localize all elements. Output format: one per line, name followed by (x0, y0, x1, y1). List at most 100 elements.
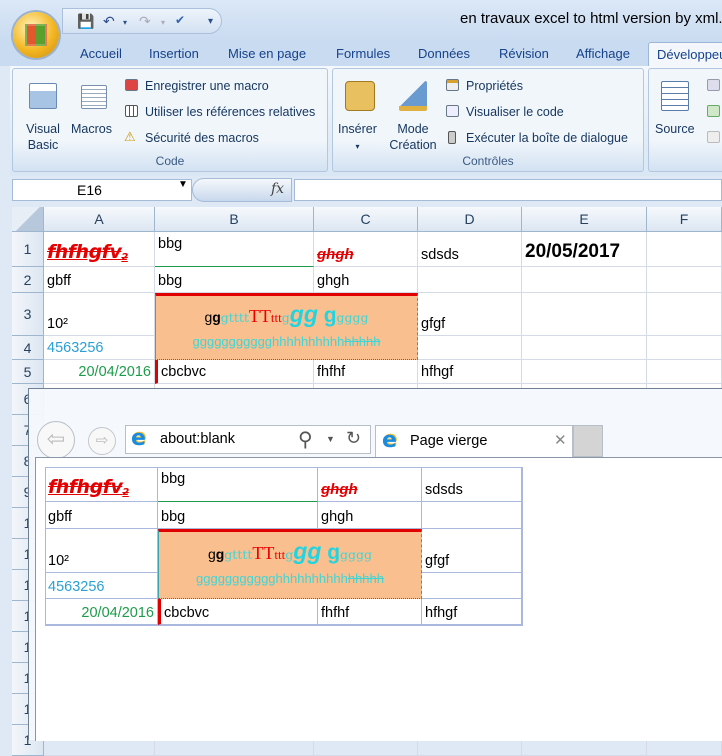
spelling-icon[interactable]: ✔ (175, 13, 185, 27)
empty-cell[interactable] (522, 267, 647, 293)
undo-dropdown-icon[interactable]: ▾ (123, 18, 127, 27)
refresh-icon[interactable]: ↻ (346, 428, 361, 449)
empty-cell[interactable] (522, 336, 647, 360)
cell-e1[interactable]: 20/05/2017 (522, 232, 647, 267)
empty-cell[interactable] (647, 360, 722, 384)
cell-d3[interactable]: gfgf (422, 529, 522, 573)
view-code-button[interactable]: Visualiser le code (466, 104, 564, 120)
customize-icon[interactable]: ▾ (208, 16, 213, 27)
cell-a5[interactable]: 20/04/2016 (44, 360, 155, 384)
source-button[interactable]: Source (655, 121, 695, 137)
merged-cell-b3-c4[interactable]: gggttttTTtttggg ggggg ggggggggggghhhhhhhh… (155, 293, 418, 360)
cell-a5[interactable]: 20/04/2016 (45, 599, 158, 625)
row-header[interactable]: 1 (12, 232, 44, 267)
cell-c1[interactable]: ghgh (314, 232, 418, 267)
cell-a3[interactable]: 10² (44, 293, 155, 336)
undo-icon[interactable]: ↶ (103, 13, 115, 30)
address-dropdown-icon[interactable]: ▼ (326, 434, 335, 444)
name-box-dropdown-icon[interactable]: ▼ (178, 179, 188, 190)
redo-dropdown-icon[interactable]: ▾ (161, 18, 165, 27)
row-header[interactable]: 2 (12, 267, 44, 293)
visual-basic-icon (29, 83, 57, 109)
text-run: g (212, 308, 221, 325)
tab-accueil[interactable]: Accueil (80, 46, 122, 61)
macro-security-button[interactable]: Sécurité des macros (145, 130, 259, 146)
column-header-e[interactable]: E (522, 207, 647, 232)
cell-c2[interactable]: ghgh (318, 502, 422, 529)
rich-text-line2: ggggggggggghhhhhhhhhhhhhhh (196, 567, 384, 591)
empty-cell[interactable] (522, 360, 647, 384)
visual-basic-button[interactable]: Visual Basic (21, 121, 65, 153)
empty-cell[interactable] (522, 293, 647, 336)
tab-insertion[interactable]: Insertion (149, 46, 199, 61)
merged-cell-b3-c4[interactable]: gggttttTTtttggg ggggg ggggggggggghhhhhhhh… (158, 529, 422, 599)
record-macro-button[interactable]: Enregistrer une macro (145, 78, 269, 94)
row-header[interactable]: 3 (12, 293, 44, 336)
tab-page-vierge[interactable]: e Page vierge ✕ (375, 425, 573, 457)
address-bar[interactable]: e about:blank ⚲ ▼ ↻ (125, 425, 371, 454)
insert-control-button[interactable]: Insérer ▾ (338, 121, 377, 155)
empty-cell[interactable] (418, 336, 522, 360)
cell-c2[interactable]: ghgh (314, 267, 418, 293)
cell-c5[interactable]: fhfhf (318, 599, 422, 625)
row-header[interactable]: 5 (12, 360, 44, 384)
text-run: g (321, 541, 341, 564)
cell-d4[interactable] (422, 573, 522, 599)
cell-a2[interactable]: gbff (44, 267, 155, 293)
cell-d5[interactable]: hfhgf (422, 599, 522, 625)
run-dialog-button[interactable]: Exécuter la boîte de dialogue (466, 130, 628, 146)
cell-d5[interactable]: hfhgf (418, 360, 522, 384)
column-header-c[interactable]: C (314, 207, 418, 232)
new-tab-button[interactable] (573, 425, 603, 457)
cell-a1[interactable]: fhfhgfv 2 (44, 232, 155, 267)
formula-input[interactable] (294, 179, 722, 201)
cell-b5[interactable]: cbcbvc (155, 360, 314, 384)
cell-b2[interactable]: bbg (155, 267, 314, 293)
search-icon[interactable]: ⚲ (298, 427, 313, 452)
empty-cell[interactable] (647, 293, 722, 336)
save-icon[interactable]: 💾 (77, 13, 94, 30)
tab-developpeur[interactable]: Développeur (648, 42, 722, 68)
address-input[interactable]: about:blank (160, 431, 235, 447)
redo-icon[interactable]: ↷ (139, 13, 151, 30)
cell-a4[interactable]: 4563256 (45, 573, 158, 599)
properties-button[interactable]: Propriétés (466, 78, 523, 94)
tab-mise-en-page[interactable]: Mise en page (228, 46, 306, 61)
cell-a3[interactable]: 10² (45, 529, 158, 573)
relative-references-button[interactable]: Utiliser les références relatives (145, 104, 315, 120)
insert-function-icon[interactable]: fx (271, 181, 284, 197)
cell-b5[interactable]: cbcbvc (158, 599, 318, 625)
design-mode-button[interactable]: Mode Création (387, 121, 439, 153)
cell-a1[interactable]: fhfhgfv 2 (45, 467, 158, 502)
empty-cell[interactable] (418, 267, 522, 293)
cell-b2[interactable]: bbg (158, 502, 318, 529)
cell-d1[interactable]: sdsds (422, 467, 522, 502)
tab-affichage[interactable]: Affichage (576, 46, 630, 61)
empty-cell[interactable] (647, 336, 722, 360)
cell-b1[interactable]: bbg (155, 232, 314, 267)
cell-d2[interactable] (422, 502, 522, 529)
cell-c5[interactable]: fhfhf (314, 360, 418, 384)
cell-d3[interactable]: gfgf (418, 293, 522, 336)
cell-a2[interactable]: gbff (45, 502, 158, 529)
tab-formules[interactable]: Formules (336, 46, 390, 61)
column-header-a[interactable]: A (44, 207, 155, 232)
row-header[interactable]: 4 (12, 336, 44, 360)
tab-donnees[interactable]: Données (418, 46, 470, 61)
cell-b1[interactable]: bbg (158, 467, 318, 502)
empty-cell[interactable] (647, 232, 722, 267)
macros-button[interactable]: Macros (71, 121, 112, 137)
name-box[interactable]: E16 (12, 179, 192, 201)
back-icon[interactable]: ⇦ (37, 421, 75, 459)
close-icon[interactable]: ✕ (554, 431, 567, 449)
column-header-d[interactable]: D (418, 207, 522, 232)
forward-icon[interactable]: ⇨ (88, 427, 116, 455)
cell-d1[interactable]: sdsds (418, 232, 522, 267)
tab-revision[interactable]: Révision (499, 46, 549, 61)
cell-c1[interactable]: ghgh (318, 467, 422, 502)
column-header-f[interactable]: F (647, 207, 722, 232)
column-header-b[interactable]: B (155, 207, 314, 232)
empty-cell[interactable] (647, 267, 722, 293)
cell-a4[interactable]: 4563256 (44, 336, 155, 360)
select-all-button[interactable] (12, 207, 44, 232)
